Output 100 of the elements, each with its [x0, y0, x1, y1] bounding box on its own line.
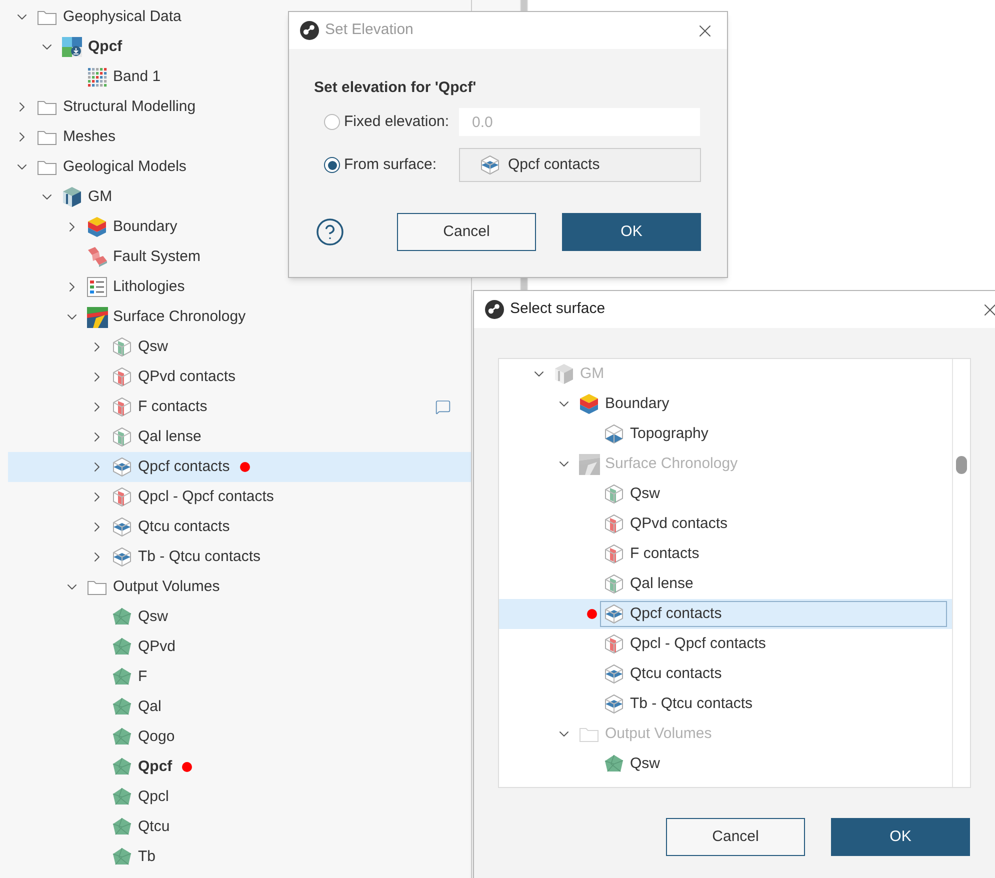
tree-label: Qal lense [630, 574, 694, 594]
tree-row[interactable]: Output Volumes [8, 572, 471, 602]
tree-label: Fault System [113, 246, 201, 267]
tree-row[interactable]: Qpcl [8, 782, 471, 812]
tree-label: GM [88, 186, 112, 207]
tree-label: Lithologies [113, 276, 185, 297]
cube-icon [61, 186, 83, 208]
folder-icon [37, 128, 57, 146]
tree-label: QPvd contacts [138, 366, 236, 387]
tree-label: Qtcu [138, 816, 170, 837]
pentagon-icon [112, 667, 132, 687]
tree-label: Output Volumes [113, 576, 220, 597]
pentagon-icon [604, 754, 624, 774]
blocks-icon [86, 246, 108, 268]
pentagon-icon [112, 847, 132, 867]
tree-row[interactable]: QPvd contacts [8, 362, 471, 392]
tree-label: Geological Models [63, 156, 186, 177]
radio-button[interactable] [324, 157, 340, 173]
tree-label: Surface Chronology [605, 454, 738, 474]
pentagon-icon [112, 817, 132, 837]
tree-label: Topography [630, 424, 708, 444]
tree-label: Surface Chronology [113, 306, 246, 327]
tree-row[interactable]: QPvd [8, 632, 471, 662]
tree-row[interactable]: F [8, 662, 471, 692]
pentagon-icon [112, 607, 132, 627]
tree-label: Tb [138, 846, 156, 867]
wireframe-cube-icon [604, 484, 624, 504]
dialog-heading: Set elevation for 'Qpcf' [314, 78, 478, 98]
stripes-square-icon [578, 454, 600, 474]
logo-icon [300, 21, 319, 40]
pentagon-icon [112, 757, 132, 777]
folder-icon [37, 158, 57, 176]
tree-row[interactable]: Lithologies [8, 272, 471, 302]
dot-grid-icon [87, 67, 107, 87]
tree-row[interactable]: Qal [8, 692, 471, 722]
wireframe-cube-icon [112, 337, 132, 357]
pentagon-icon [112, 727, 132, 747]
layered-cube-icon [578, 393, 600, 415]
layered-cube-icon [86, 216, 108, 238]
tree-label: F contacts [630, 544, 700, 564]
tree-label: Qal lense [138, 426, 202, 447]
tree-row[interactable]: Qtcu contacts [8, 512, 471, 542]
tree-row[interactable]: Surface Chronology [8, 302, 471, 332]
wireframe-cube-icon [112, 427, 132, 447]
tree-row[interactable]: Tb [8, 842, 471, 872]
tree-row[interactable]: Qal lense [8, 422, 471, 452]
tree-label: F contacts [138, 396, 208, 417]
tree-label: F [138, 666, 148, 687]
tree-row[interactable]: F contacts [8, 392, 471, 422]
tree-row[interactable]: Qsw [8, 332, 471, 362]
wireframe-cube-icon [480, 155, 500, 175]
tree-row[interactable]: Qogo [8, 722, 471, 752]
cancel-button[interactable]: Cancel [666, 818, 805, 856]
wireframe-cube-icon [604, 604, 624, 624]
tree-label: Qtcu contacts [630, 664, 722, 684]
option-label[interactable]: From surface: [344, 154, 459, 176]
tree-label: Qpcf [88, 36, 122, 57]
wireframe-cube-icon [112, 517, 132, 537]
ok-button[interactable]: OK [831, 818, 970, 856]
tree-label: GM [580, 364, 604, 384]
tree-row[interactable]: Qtcu [8, 812, 471, 842]
tree-label: Qpcl [138, 786, 169, 807]
ok-button[interactable]: OK [562, 213, 701, 251]
raster-grid-icon [61, 36, 83, 58]
wireframe-cube-icon [604, 514, 624, 534]
wireframe-cube-icon [604, 664, 624, 684]
scrollbar-thumb[interactable] [956, 456, 967, 474]
tree-row[interactable]: Qpcl - Qpcf contacts [8, 482, 471, 512]
pentagon-icon [112, 787, 132, 807]
tree-row[interactable]: Qpcf [8, 752, 471, 782]
tree-label: Qtcu contacts [138, 516, 230, 537]
tree-label: Output Volumes [605, 724, 712, 744]
help-icon[interactable] [315, 217, 345, 247]
scrollbar[interactable] [952, 359, 970, 787]
tree-row[interactable]: Qpcf contacts [8, 452, 471, 482]
wireframe-cube-icon [112, 487, 132, 507]
wireframe-cube-icon [112, 397, 132, 417]
tree-label: Boundary [113, 216, 178, 237]
tree-label: Qsw [138, 606, 168, 627]
folder-icon [87, 578, 107, 596]
wireframe-cube-icon [112, 547, 132, 567]
list-icon [87, 277, 107, 297]
comment-icon[interactable] [435, 399, 451, 415]
surface-picker-button[interactable]: Qpcf contacts [459, 148, 701, 182]
tree-label: Qal [138, 696, 162, 717]
wireframe-cube-icon [604, 634, 624, 654]
tree-label: Qpcf contacts [138, 456, 230, 477]
logo-icon [485, 300, 504, 319]
tree-label: QPvd contacts [630, 514, 728, 534]
folder-icon [37, 8, 57, 26]
wireframe-cube-icon [604, 544, 624, 564]
tree-label: Meshes [63, 126, 116, 147]
stripes-square-icon [86, 306, 108, 328]
cancel-button[interactable]: Cancel [397, 213, 536, 251]
tree-label: Qsw [630, 484, 660, 504]
tree-row[interactable]: Tb - Qtcu contacts [8, 542, 471, 572]
tree-row[interactable]: Qsw [8, 602, 471, 632]
tree-row[interactable]: GM [8, 182, 471, 212]
tree-label: Structural Modelling [63, 96, 196, 117]
tree-label: Qpcl - Qpcf contacts [138, 486, 274, 507]
